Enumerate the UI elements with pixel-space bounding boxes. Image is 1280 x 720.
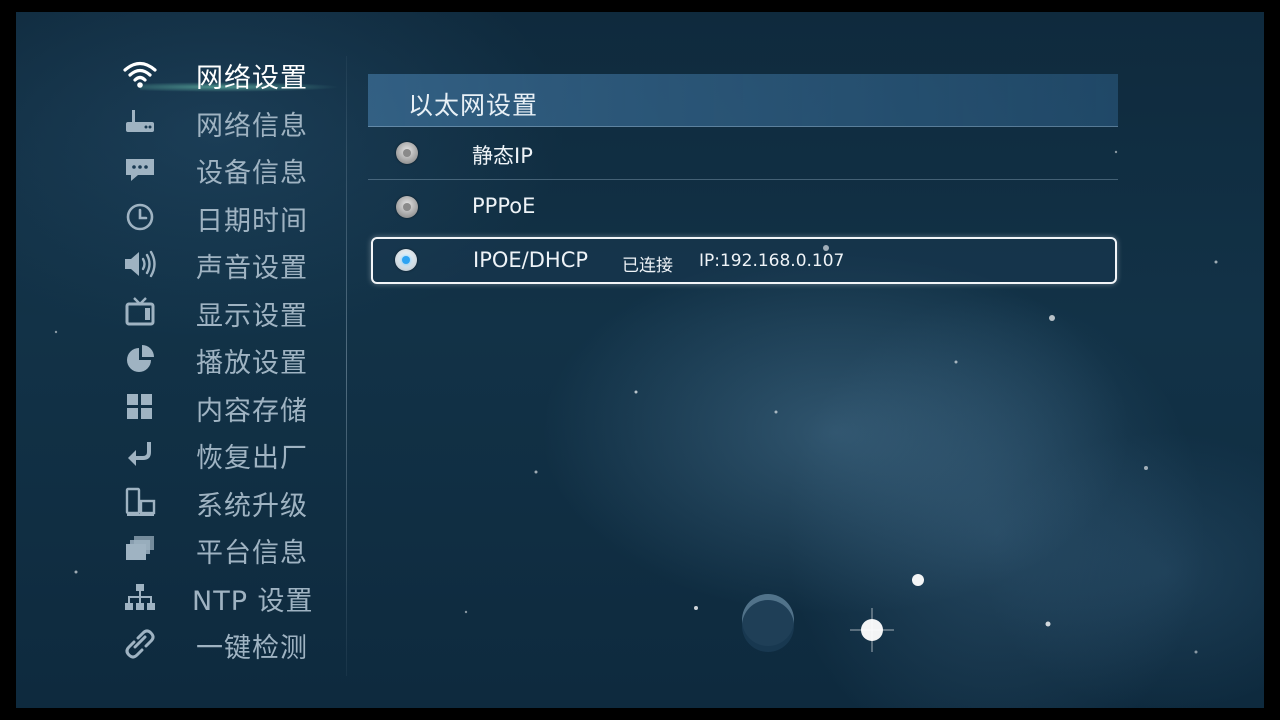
sidebar-item-display-settings[interactable]: 显示设置 (106, 290, 346, 334)
option-pppoe[interactable]: PPPoE (368, 182, 1118, 234)
sidebar-item-network-info[interactable]: 网络信息 (106, 100, 346, 144)
sidebar-item-label: 平台信息 (196, 538, 308, 569)
radio-button-icon[interactable] (396, 196, 418, 218)
sidebar-item-device-info[interactable]: 设备信息 (106, 147, 346, 191)
panel-title: 以太网设置 (408, 91, 539, 120)
option-label: 静态IP (472, 144, 533, 168)
option-static-ip[interactable]: 静态IP (368, 128, 1118, 180)
panel-header: 以太网设置 (368, 74, 1118, 127)
speaker-icon (122, 248, 158, 280)
sidebar-item-one-click-check[interactable]: 一键检测 (106, 622, 346, 666)
tv-icon (122, 296, 158, 328)
radio-button-icon[interactable] (396, 142, 418, 164)
option-ipoe-dhcp[interactable]: IPOE/DHCP 已连接 IP:192.168.0.107 (371, 237, 1117, 284)
sidebar-item-label: 内容存储 (196, 396, 308, 427)
network-tree-icon (122, 581, 158, 613)
sidebar-item-storage[interactable]: 内容存储 (106, 385, 346, 429)
sidebar-item-sound-settings[interactable]: 声音设置 (106, 242, 346, 286)
sidebar-item-date-time[interactable]: 日期时间 (106, 195, 346, 239)
sidebar-item-label: 播放设置 (196, 348, 308, 379)
sidebar-item-label: 网络设置 (196, 63, 308, 94)
clock-icon (122, 201, 158, 233)
option-label: PPPoE (472, 194, 536, 218)
radio-button-checked-icon[interactable] (395, 249, 417, 271)
connection-status: 已连接 (622, 256, 673, 276)
pie-chart-icon (122, 343, 158, 375)
grid-icon (122, 391, 158, 423)
sidebar-item-system-upgrade[interactable]: 系统升级 (106, 480, 346, 524)
sidebar-item-label: NTP 设置 (192, 586, 314, 617)
sidebar-item-label: 网络信息 (196, 111, 308, 142)
chat-bubble-icon (122, 153, 158, 185)
sidebar-item-network-settings[interactable]: 网络设置 (106, 52, 346, 96)
router-icon (122, 106, 158, 138)
sidebar-item-label: 显示设置 (196, 301, 308, 332)
sidebar-item-playback-settings[interactable]: 播放设置 (106, 337, 346, 381)
sidebar-item-label: 恢复出厂 (196, 443, 308, 474)
sidebar-item-label: 一键检测 (196, 633, 308, 664)
ip-address: IP:192.168.0.107 (699, 251, 845, 271)
stacked-cards-icon (122, 533, 158, 565)
sidebar-divider (346, 56, 347, 676)
link-icon (122, 628, 158, 660)
option-separator (368, 179, 1118, 180)
sidebar-item-label: 声音设置 (196, 253, 308, 284)
devices-icon (122, 486, 158, 518)
option-label: IPOE/DHCP (473, 248, 589, 272)
settings-screen: 网络设置 网络信息 设备信息 日期时间 声音设置 显示设置 播放设置 内容存储 … (16, 12, 1264, 708)
sidebar-item-ntp-settings[interactable]: NTP 设置 (106, 575, 346, 619)
wifi-icon (122, 58, 158, 90)
sidebar-item-label: 日期时间 (196, 206, 308, 237)
return-arrow-icon (122, 438, 158, 470)
sidebar-item-label: 系统升级 (196, 491, 308, 522)
sidebar-item-label: 设备信息 (196, 158, 308, 189)
sidebar-item-factory-reset[interactable]: 恢复出厂 (106, 432, 346, 476)
sidebar-item-platform-info[interactable]: 平台信息 (106, 527, 346, 571)
